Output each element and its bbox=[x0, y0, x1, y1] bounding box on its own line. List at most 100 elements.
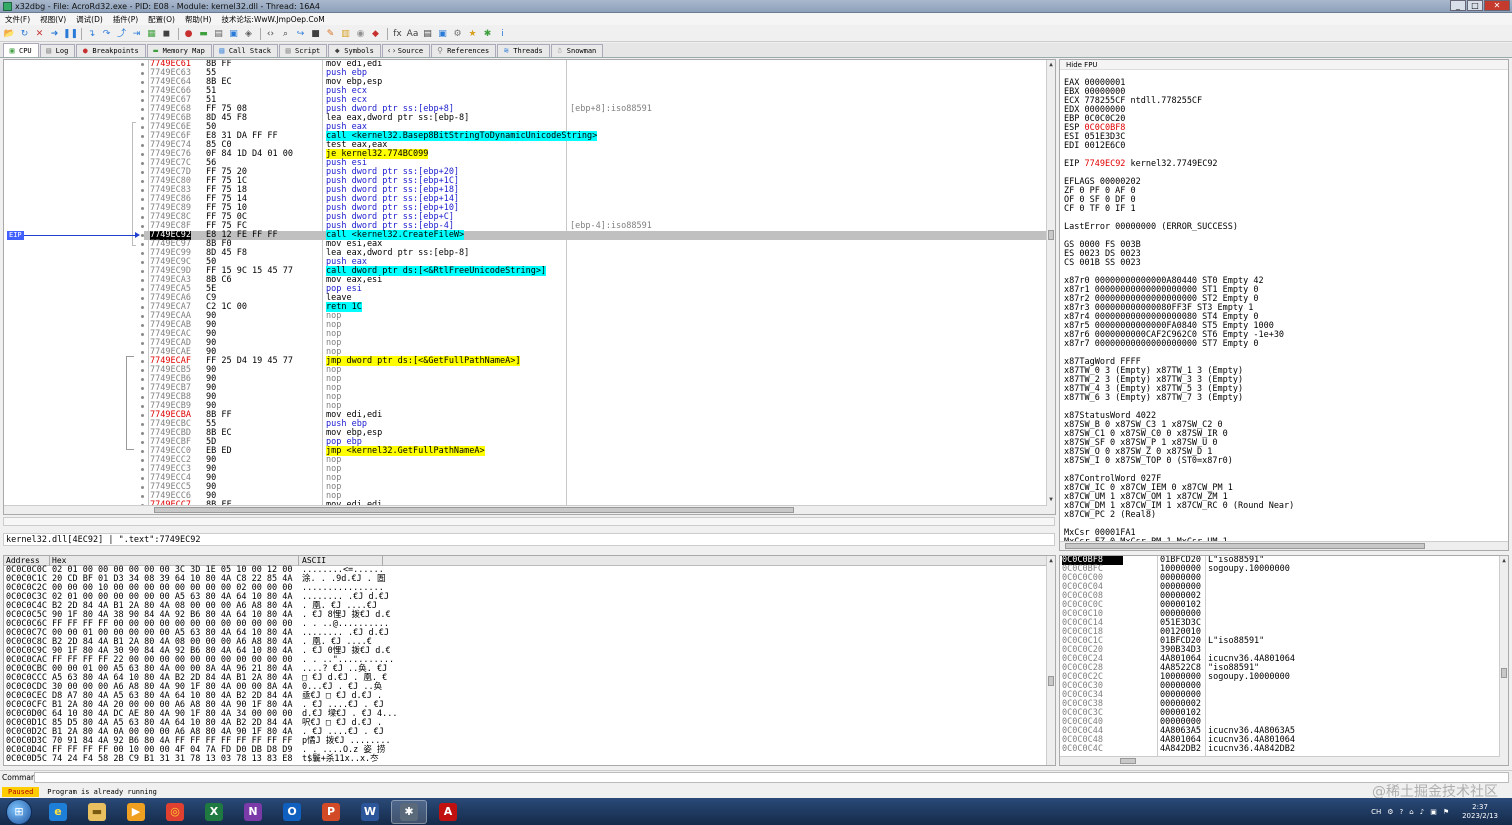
breakpoint-dot-icon[interactable] bbox=[141, 189, 144, 192]
stack-row[interactable]: 0C0C0C00 00000000 bbox=[1060, 574, 1508, 583]
disasm-row[interactable]: 7749EC92 E8 12 FE FF FF call <kernel32.Cre… bbox=[141, 230, 1052, 240]
hscroll-thumb[interactable] bbox=[1065, 543, 1425, 549]
tab-breakpoints[interactable]: ● Breakpoints bbox=[76, 44, 146, 57]
stack-scrollbar[interactable]: ▲ bbox=[1499, 556, 1508, 765]
stack-row[interactable]: 0C0C0C04 00000000 bbox=[1060, 583, 1508, 592]
breakpoint-dot-icon[interactable] bbox=[141, 468, 144, 471]
menu-help[interactable]: 帮助(H) bbox=[185, 14, 212, 25]
breakpoint-dot-icon[interactable] bbox=[141, 135, 144, 138]
disasm-row[interactable]: 7749EC89 FF 75 10 push dword ptr ss:[ebp+1… bbox=[141, 204, 1052, 213]
tab-symbols[interactable]: ◆ Symbols bbox=[328, 44, 381, 57]
stack-pane[interactable]: 0C0C0BF8 01BFCD20 L"iso88591" 0C0C0BFC 10000… bbox=[1059, 555, 1509, 766]
breakpoint-dot-icon[interactable] bbox=[141, 378, 144, 381]
start-button[interactable]: ⊞ bbox=[6, 798, 32, 825]
disasm-row[interactable]: 7749EC61 8B FF mov edi,edi bbox=[141, 60, 1052, 69]
breakpoint-dot-icon[interactable] bbox=[141, 99, 144, 102]
stack-row[interactable]: 0C0C0C14 051E3D3C bbox=[1060, 619, 1508, 628]
breakpoint-dot-icon[interactable] bbox=[141, 225, 144, 228]
favorites-icon[interactable]: ★ bbox=[466, 28, 479, 40]
breakpoint-dot-icon[interactable] bbox=[141, 432, 144, 435]
breakpoint-dot-icon[interactable] bbox=[141, 306, 144, 309]
command-input[interactable] bbox=[34, 772, 1509, 783]
breakpoint-dot-icon[interactable] bbox=[141, 396, 144, 399]
disasm-row[interactable]: 7749EC6E 50 push eax bbox=[141, 123, 1052, 132]
breakpoint-dot-icon[interactable] bbox=[141, 162, 144, 165]
disassembly-pane[interactable]: EIP 7749EC61 8B FF mov edi,edi 7749EC63 55 pu… bbox=[3, 59, 1056, 515]
taskbar-app[interactable]: e bbox=[40, 800, 76, 824]
breakpoint-dot-icon[interactable] bbox=[141, 153, 144, 156]
trace-icon[interactable]: ▦ bbox=[145, 28, 158, 40]
breakpoint-dot-icon[interactable] bbox=[141, 270, 144, 273]
taskbar-app[interactable]: ◎ bbox=[157, 800, 193, 824]
screen-icon[interactable]: ▣ bbox=[436, 28, 449, 40]
tab-memory-map[interactable]: ▬ Memory Map bbox=[146, 44, 212, 57]
menu-debug[interactable]: 调试(D) bbox=[76, 14, 103, 25]
register-line[interactable]: x87r7 00000000000000000000 ST7 Empty 0 bbox=[1060, 340, 1508, 349]
disasm-row[interactable]: 7749EC99 8D 45 F8 lea eax,dword ptr ss:[eb… bbox=[141, 249, 1052, 258]
disasm-row[interactable]: 7749ECC0 EB ED jmp <kernel32.GetFullPathNa… bbox=[141, 446, 1052, 456]
stack-row[interactable]: 0C0C0C24 4A801064 icucnv36.4A801064 bbox=[1060, 655, 1508, 664]
register-line[interactable]: LastError 00000000 (ERROR_SUCCESS) bbox=[1060, 223, 1508, 232]
scroll-thumb[interactable] bbox=[1501, 668, 1507, 678]
breakpoint-dot-icon[interactable] bbox=[141, 360, 144, 363]
register-line[interactable]: CS 001B SS 0023 bbox=[1060, 259, 1508, 268]
stack-hscrollbar[interactable] bbox=[1060, 756, 1500, 765]
breakpoint-dot-icon[interactable] bbox=[141, 207, 144, 210]
step-over-icon[interactable]: ↷ bbox=[100, 28, 113, 40]
breakpoint-dot-icon[interactable] bbox=[141, 351, 144, 354]
menu-plugins[interactable]: 插件(P) bbox=[113, 14, 138, 25]
breakpoint-dot-icon[interactable] bbox=[141, 108, 144, 111]
goto-icon[interactable]: ↪ bbox=[294, 28, 307, 40]
labels-icon[interactable]: ◈ bbox=[242, 28, 255, 40]
scroll-up-icon[interactable]: ▲ bbox=[1047, 60, 1055, 69]
stack-row[interactable]: 0C0C0C08 00000002 bbox=[1060, 592, 1508, 601]
tray-icon[interactable]: ⚙ bbox=[1387, 808, 1393, 816]
calculator-icon[interactable]: ▤ bbox=[421, 28, 434, 40]
register-line[interactable]: x87CW_PC 2 (Real8) bbox=[1060, 511, 1508, 520]
tab-call-stack[interactable]: ▤ Call Stack bbox=[212, 44, 278, 57]
disasm-row[interactable]: 7749ECAA 90 nop bbox=[141, 312, 1052, 321]
patch-icon[interactable]: ▤ bbox=[212, 28, 225, 40]
taskbar-app[interactable]: W bbox=[352, 800, 388, 824]
tab-log[interactable]: ▤ Log bbox=[39, 44, 76, 57]
disasm-row[interactable]: 7749ECB5 90 nop bbox=[141, 366, 1052, 375]
disasm-row[interactable]: 7749ECB7 90 nop bbox=[141, 384, 1052, 393]
disasm-row[interactable]: 7749ECB9 90 nop bbox=[141, 402, 1052, 411]
register-line[interactable]: EDI 0012E6C0 bbox=[1060, 142, 1508, 151]
breakpoint-dot-icon[interactable] bbox=[141, 486, 144, 489]
stack-row[interactable]: 0C0C0C1C 01BFCD20 L"iso88591" bbox=[1060, 637, 1508, 646]
tab-threads[interactable]: ≋ Threads bbox=[497, 44, 550, 57]
tray-icon[interactable]: CH bbox=[1371, 808, 1381, 816]
registers-pane[interactable]: Hide FPU EAX 00000001 EBX 00000000 ECX 778… bbox=[1059, 59, 1509, 551]
code-icon[interactable]: ‹› bbox=[264, 28, 277, 40]
disasm-row[interactable]: 7749EC80 FF 75 1C push dword ptr ss:[ebp+1… bbox=[141, 177, 1052, 186]
taskbar-app[interactable]: ▶ bbox=[118, 800, 154, 824]
disassembly-scrollbar[interactable]: ▲ ▼ bbox=[1046, 60, 1055, 514]
step-out-icon[interactable]: ⤴ bbox=[115, 28, 128, 40]
close-button[interactable]: ✕ bbox=[1484, 0, 1510, 11]
disasm-row[interactable]: 7749ECA3 8B C6 mov eax,esi bbox=[141, 276, 1052, 285]
breakpoint-icon[interactable]: ● bbox=[182, 28, 195, 40]
breakpoint-dot-icon[interactable] bbox=[141, 216, 144, 219]
tab-references[interactable]: ⚲ References bbox=[431, 44, 497, 57]
breakpoint-dot-icon[interactable] bbox=[141, 63, 144, 66]
register-line[interactable]: ECX 778255CF ntdll.778255CF bbox=[1060, 97, 1508, 106]
disasm-row[interactable]: 7749ECAC 90 nop bbox=[141, 330, 1052, 339]
disasm-row[interactable]: 7749ECB6 90 nop bbox=[141, 375, 1052, 384]
maximize-button[interactable]: □ bbox=[1467, 0, 1483, 11]
register-line[interactable]: x87SW_I 0 x87SW_TOP 0 (ST0=x87r0) bbox=[1060, 457, 1508, 466]
dump-pane[interactable]: Address Hex ASCII 0C0C0C0C 02 01 00 00 00… bbox=[3, 555, 1056, 766]
disasm-row[interactable]: 7749EC63 55 push ebp bbox=[141, 69, 1052, 78]
register-line[interactable]: ESI 051E3D3C bbox=[1060, 133, 1508, 142]
scroll-down-icon[interactable]: ▼ bbox=[1047, 495, 1055, 504]
taskbar-app[interactable]: X bbox=[196, 800, 232, 824]
find-icon[interactable]: ⌕ bbox=[279, 28, 292, 40]
register-line[interactable]: ESP 0C0C0BF8 bbox=[1060, 124, 1508, 133]
disasm-row[interactable]: 7749EC83 FF 75 18 push dword ptr ss:[ebp+1… bbox=[141, 186, 1052, 195]
menu-options[interactable]: 配置(O) bbox=[148, 14, 175, 25]
stack-row[interactable]: 0C0C0C38 00000002 bbox=[1060, 700, 1508, 709]
registers-hscrollbar[interactable] bbox=[1060, 541, 1508, 550]
breakpoint-dot-icon[interactable] bbox=[141, 387, 144, 390]
plugin-icon[interactable]: ✱ bbox=[481, 28, 494, 40]
stack-row[interactable]: 0C0C0C2C 10000000 sogoupy.10000000 bbox=[1060, 673, 1508, 682]
